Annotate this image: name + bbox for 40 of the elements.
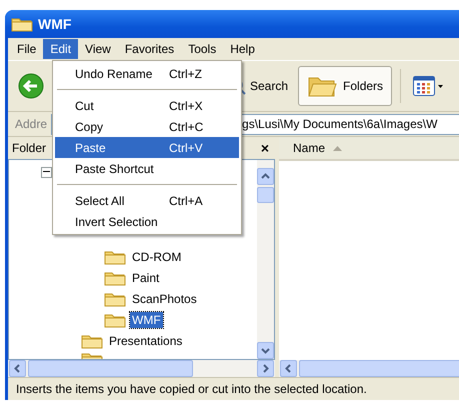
tree-item[interactable]: Presentations — [107, 332, 184, 348]
tree-item[interactable]: ScanPhotos — [130, 290, 199, 306]
dropdown-arrow-icon — [438, 84, 444, 88]
scroll-down-button[interactable] — [257, 342, 274, 359]
horizontal-scrollbar[interactable] — [8, 360, 275, 377]
scroll-thumb[interactable] — [28, 360, 193, 377]
folder-icon — [104, 312, 126, 328]
tree-item[interactable]: Paint — [130, 270, 162, 286]
folder-icon — [104, 290, 126, 306]
column-label: Name — [293, 141, 326, 155]
folder-icon — [104, 248, 126, 264]
tree-item[interactable]: CD-ROM — [130, 248, 184, 264]
tree-item[interactable]: WMF — [130, 312, 163, 328]
status-bar-text: Inserts the items you have copied or cut into the selected location. — [8, 377, 459, 400]
menu-item[interactable]: Help — [223, 39, 262, 59]
vertical-scrollbar[interactable] — [257, 160, 274, 359]
folder-icon — [81, 332, 103, 348]
menu-item[interactable]: File — [10, 39, 44, 59]
folder-icon — [11, 16, 33, 32]
menu-item[interactable]: Tools — [181, 39, 224, 59]
collapse-toggle[interactable] — [41, 167, 52, 178]
back-button[interactable] — [18, 73, 44, 99]
close-button[interactable]: × — [260, 140, 269, 156]
scroll-left-button[interactable] — [9, 360, 26, 377]
column-header[interactable]: Name — [279, 137, 459, 161]
scroll-thumb[interactable] — [257, 187, 274, 203]
folders-button[interactable]: Folders — [298, 66, 392, 106]
address-label: Addre — [15, 117, 48, 131]
scroll-up-button[interactable] — [257, 168, 274, 185]
pane-title: Folder — [12, 141, 46, 155]
scroll-left-button[interactable] — [280, 360, 297, 377]
menu-item[interactable]: Edit — [43, 39, 78, 59]
grid-icon — [413, 76, 436, 96]
minus-icon — [43, 168, 50, 175]
scroll-right-button[interactable] — [257, 360, 274, 377]
window-title: WMF — [38, 16, 72, 32]
folder-icon — [104, 270, 126, 286]
menu-item[interactable]: Favorites — [118, 39, 182, 59]
menu-item[interactable]: View — [78, 39, 118, 59]
menu-item[interactable]: Paste Ctrl+V — [55, 137, 239, 158]
